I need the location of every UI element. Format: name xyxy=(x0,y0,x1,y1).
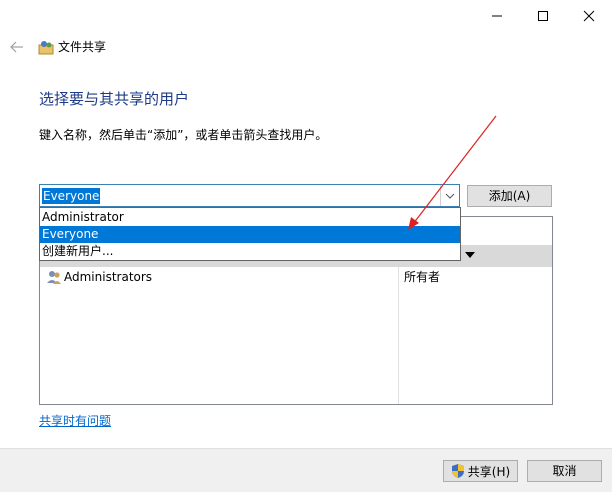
wizard-title: 文件共享 xyxy=(58,40,107,54)
back-button[interactable] xyxy=(8,36,26,58)
share-button-label: 共享(H) xyxy=(467,464,511,479)
user-dropdown-list[interactable]: Administrator Everyone 创建新用户... xyxy=(39,207,461,261)
column-divider xyxy=(398,267,399,404)
list-row-permission[interactable]: 所有者 xyxy=(404,269,440,285)
footer-bar xyxy=(0,448,612,492)
back-arrow-icon xyxy=(10,41,23,53)
cancel-button[interactable]: 取消 xyxy=(527,460,602,482)
user-group-icon xyxy=(46,269,62,285)
page-heading: 选择要与其共享的用户 xyxy=(39,90,190,108)
add-button[interactable]: 添加(A) xyxy=(467,185,552,207)
minimize-button[interactable] xyxy=(474,0,520,32)
minimize-icon xyxy=(492,15,502,17)
uac-shield-icon xyxy=(451,464,464,478)
dropdown-item-administrator[interactable]: Administrator xyxy=(40,209,460,226)
user-combo-box[interactable]: Everyone xyxy=(39,184,460,207)
maximize-icon xyxy=(538,11,548,21)
dropdown-item-create-user[interactable]: 创建新用户... xyxy=(40,243,460,260)
instruction-text: 键入名称，然后单击“添加”，或者单击箭头查找用户。 xyxy=(39,128,328,142)
sort-arrow-icon[interactable] xyxy=(465,252,475,258)
combo-dropdown-button[interactable] xyxy=(440,185,459,206)
close-button[interactable] xyxy=(566,0,612,32)
chevron-down-icon xyxy=(445,193,455,199)
combo-input[interactable]: Everyone xyxy=(42,188,101,204)
list-row-name[interactable]: Administrators xyxy=(64,269,152,285)
close-icon xyxy=(583,10,595,22)
dropdown-item-everyone[interactable]: Everyone xyxy=(40,226,460,243)
maximize-button[interactable] xyxy=(520,0,566,32)
share-button[interactable]: 共享(H) xyxy=(443,460,518,482)
sharing-help-link[interactable]: 共享时有问题 xyxy=(39,413,111,429)
file-sharing-icon xyxy=(38,39,54,55)
